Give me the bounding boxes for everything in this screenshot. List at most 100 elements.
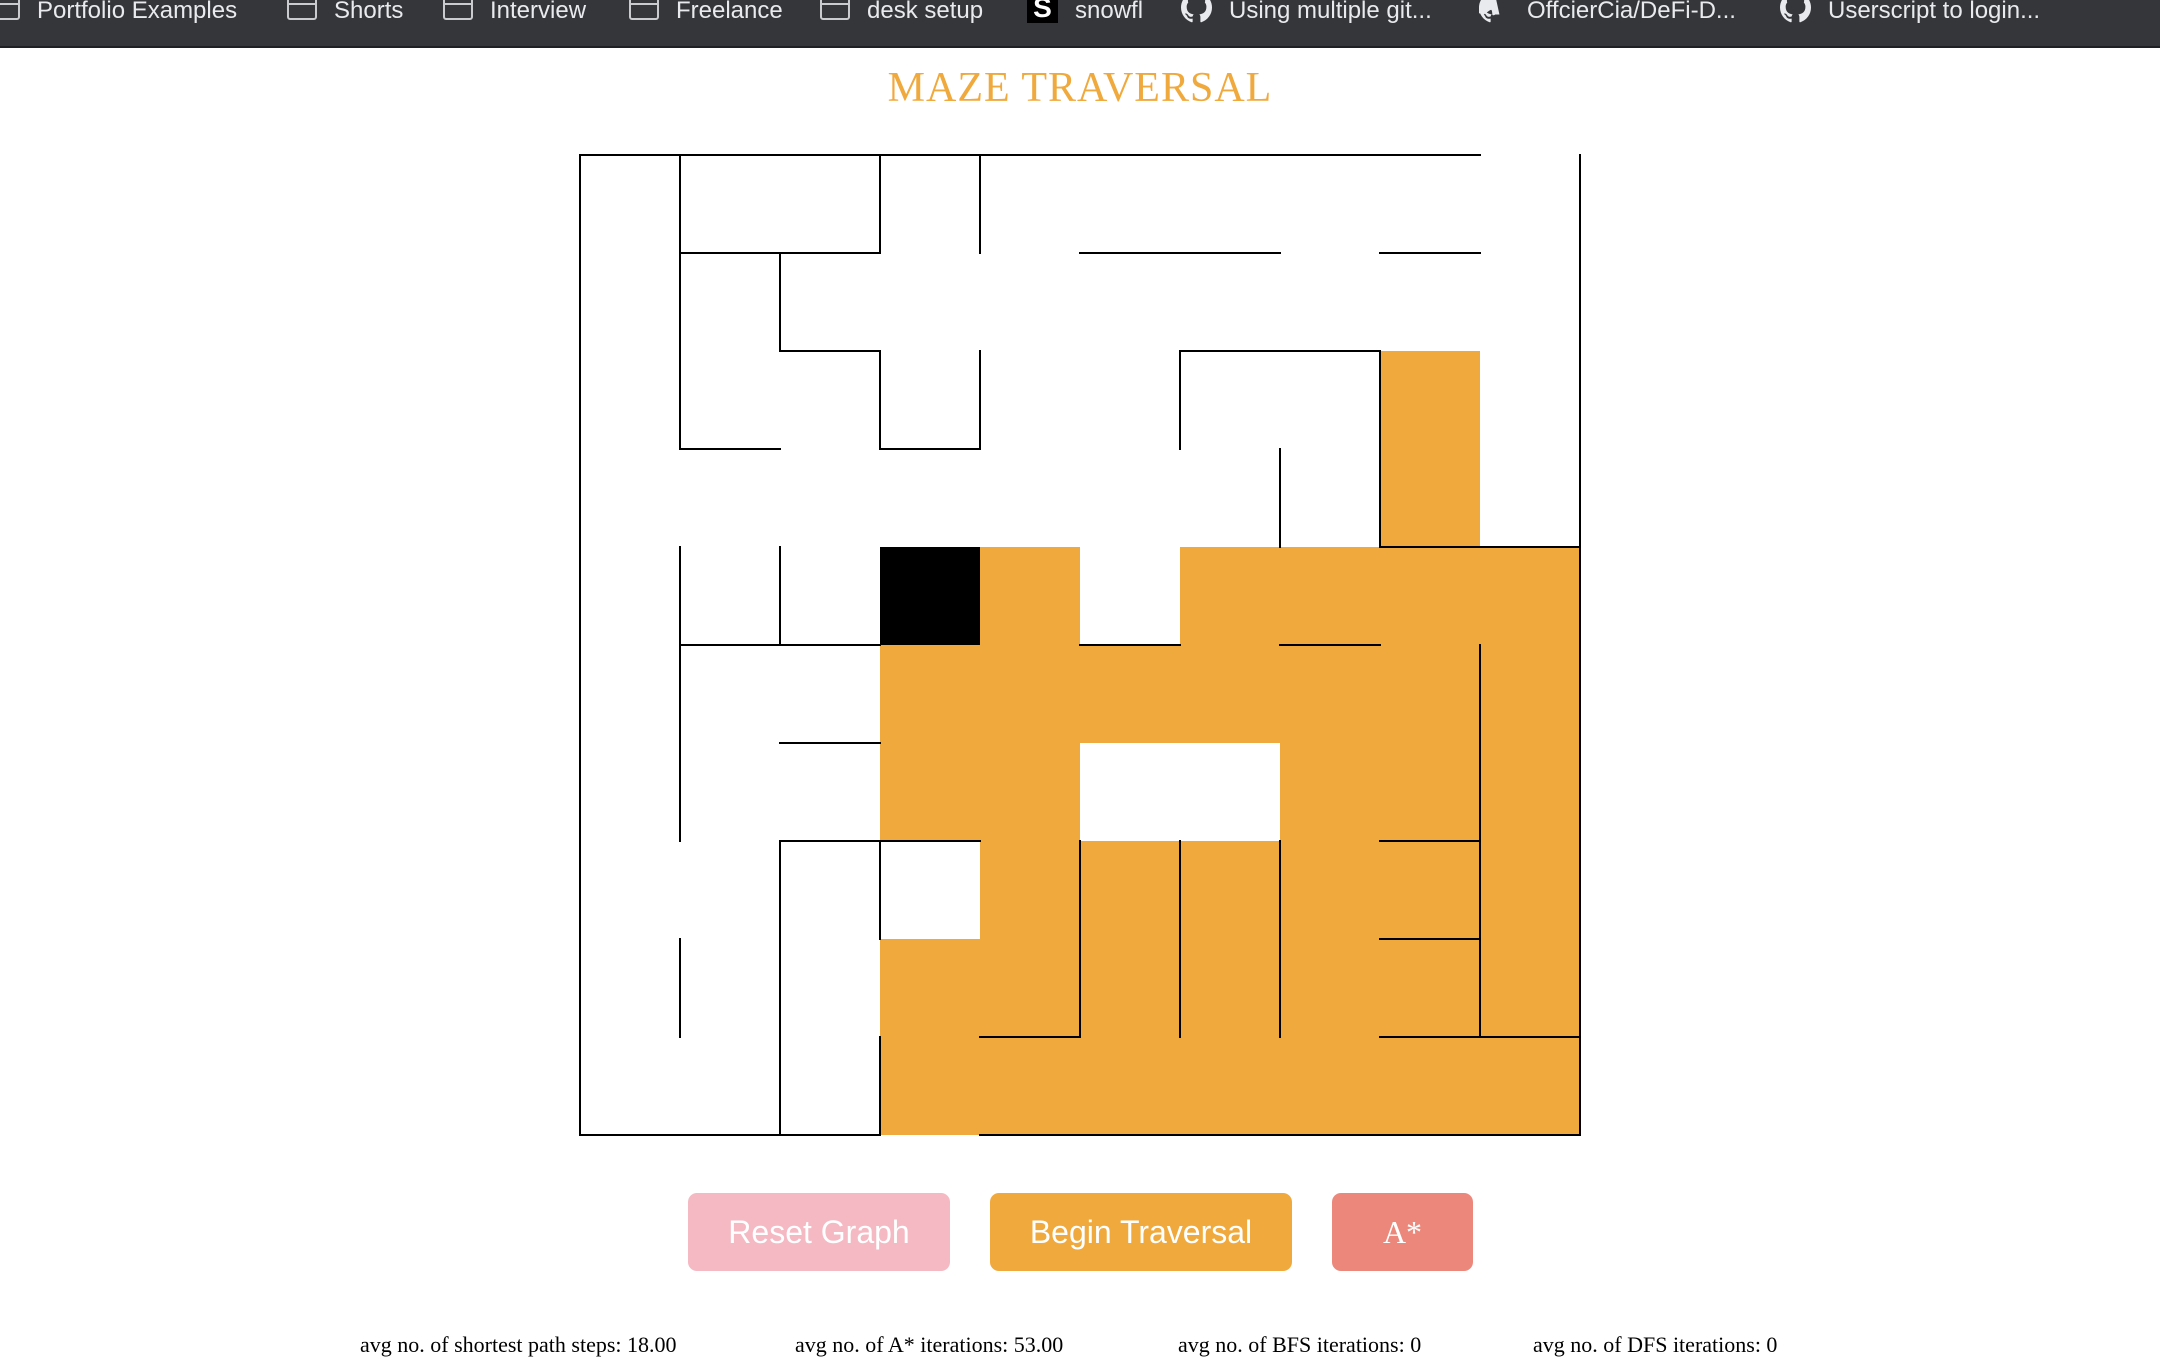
maze-cell[interactable] — [580, 841, 680, 939]
maze-cell[interactable] — [1480, 449, 1580, 547]
maze-cell[interactable] — [880, 841, 980, 939]
maze-cell[interactable] — [1280, 253, 1380, 351]
maze-cell-visited[interactable] — [1480, 547, 1580, 645]
maze-cell[interactable] — [580, 645, 680, 743]
maze-cell-visited[interactable] — [1180, 645, 1280, 743]
maze-cell[interactable] — [1080, 351, 1180, 449]
maze-cell[interactable] — [1480, 253, 1580, 351]
maze-cell-visited[interactable] — [1380, 449, 1480, 547]
maze-cell[interactable] — [780, 1037, 880, 1135]
maze-cell[interactable] — [1380, 253, 1480, 351]
bookmark-desk-setup[interactable]: desk setup — [820, 0, 983, 24]
bookmark-interview[interactable]: Interview — [443, 0, 586, 24]
maze-cell-visited[interactable] — [980, 645, 1080, 743]
maze-cell-visited[interactable] — [1380, 351, 1480, 449]
maze-cell[interactable] — [1180, 351, 1280, 449]
maze-cell-visited[interactable] — [1180, 841, 1280, 939]
maze-cell-visited[interactable] — [1380, 1037, 1480, 1135]
maze-cell[interactable] — [1080, 743, 1180, 841]
maze-cell-visited[interactable] — [1480, 939, 1580, 1037]
maze-cell[interactable] — [1280, 351, 1380, 449]
maze-cell-visited[interactable] — [1480, 743, 1580, 841]
maze-cell-visited[interactable] — [1380, 841, 1480, 939]
maze-cell-visited[interactable] — [980, 841, 1080, 939]
maze-cell[interactable] — [580, 547, 680, 645]
maze-cell[interactable] — [1080, 449, 1180, 547]
maze-cell[interactable] — [680, 449, 780, 547]
maze-cell[interactable] — [780, 253, 880, 351]
maze-cell[interactable] — [1180, 253, 1280, 351]
maze-cell[interactable] — [680, 155, 780, 253]
maze-cell-visited[interactable] — [1480, 1037, 1580, 1135]
maze-cell[interactable] — [780, 939, 880, 1037]
maze-cell[interactable] — [980, 155, 1080, 253]
maze-cell[interactable] — [580, 939, 680, 1037]
maze-cell[interactable] — [780, 155, 880, 253]
maze-cell[interactable] — [580, 1037, 680, 1135]
maze-cell[interactable] — [880, 253, 980, 351]
maze-cell[interactable] — [780, 743, 880, 841]
bookmark-portfolio-examples[interactable]: Portfolio Examples — [0, 0, 237, 24]
maze-cell-visited[interactable] — [1380, 645, 1480, 743]
bookmark-offciercia-defi[interactable]: OffcierCia/DeFi-D... — [1479, 0, 1736, 24]
maze-cell[interactable] — [780, 645, 880, 743]
maze-cell-visited[interactable] — [1180, 1037, 1280, 1135]
maze-cell-visited[interactable] — [880, 939, 980, 1037]
maze-cell-visited[interactable] — [1180, 939, 1280, 1037]
maze-cell[interactable] — [680, 351, 780, 449]
maze-cell-visited[interactable] — [1280, 841, 1380, 939]
maze-cell[interactable] — [680, 253, 780, 351]
maze-cell[interactable] — [1180, 449, 1280, 547]
begin-traversal-button[interactable]: Begin Traversal — [990, 1193, 1292, 1271]
maze-cell[interactable] — [880, 155, 980, 253]
maze-cell[interactable] — [780, 449, 880, 547]
maze-cell[interactable] — [680, 547, 780, 645]
maze-cell[interactable] — [1480, 351, 1580, 449]
maze-cell-current[interactable] — [880, 547, 980, 645]
maze-cell[interactable] — [780, 547, 880, 645]
maze-grid[interactable] — [575, 150, 1585, 1140]
algorithm-astar-button[interactable]: A* — [1332, 1193, 1473, 1271]
maze-cell-visited[interactable] — [980, 1037, 1080, 1135]
maze-cell-visited[interactable] — [880, 743, 980, 841]
maze-cell[interactable] — [980, 351, 1080, 449]
maze-cell[interactable] — [680, 939, 780, 1037]
maze-cell[interactable] — [1180, 743, 1280, 841]
maze-cell[interactable] — [580, 253, 680, 351]
maze-cell-visited[interactable] — [880, 1037, 980, 1135]
maze-cell[interactable] — [880, 351, 980, 449]
maze-cell[interactable] — [780, 351, 880, 449]
maze-cell[interactable] — [580, 743, 680, 841]
maze-cell-visited[interactable] — [1080, 645, 1180, 743]
maze-cell[interactable] — [580, 449, 680, 547]
maze-cell-visited[interactable] — [1480, 645, 1580, 743]
maze-cell[interactable] — [1380, 155, 1480, 253]
bookmark-using-multiple-git[interactable]: Using multiple git... — [1181, 0, 1432, 24]
maze-cell[interactable] — [1080, 547, 1180, 645]
maze-cell-visited[interactable] — [1380, 743, 1480, 841]
maze-cell-visited[interactable] — [1480, 841, 1580, 939]
maze-cell[interactable] — [580, 351, 680, 449]
bookmark-shorts[interactable]: Shorts — [287, 0, 403, 24]
maze-cell-visited[interactable] — [980, 743, 1080, 841]
maze-cell[interactable] — [780, 841, 880, 939]
maze-cell-visited[interactable] — [1280, 645, 1380, 743]
maze-cell[interactable] — [1080, 155, 1180, 253]
maze-cell-visited[interactable] — [1080, 939, 1180, 1037]
maze-cell-visited[interactable] — [1180, 547, 1280, 645]
maze-cell[interactable] — [680, 841, 780, 939]
maze-cell-visited[interactable] — [980, 939, 1080, 1037]
maze-cell-visited[interactable] — [1080, 1037, 1180, 1135]
maze-cell[interactable] — [980, 253, 1080, 351]
bookmark-freelance[interactable]: Freelance — [629, 0, 783, 24]
maze-cell-visited[interactable] — [1280, 743, 1380, 841]
maze-cell[interactable] — [680, 1037, 780, 1135]
maze-cell[interactable] — [1480, 155, 1580, 253]
maze-cell[interactable] — [1280, 449, 1380, 547]
maze-cell-visited[interactable] — [880, 645, 980, 743]
reset-graph-button[interactable]: Reset Graph — [688, 1193, 950, 1271]
maze-cell-visited[interactable] — [980, 547, 1080, 645]
maze-cell[interactable] — [880, 449, 980, 547]
maze-cell-visited[interactable] — [1280, 939, 1380, 1037]
maze-cell[interactable] — [580, 155, 680, 253]
